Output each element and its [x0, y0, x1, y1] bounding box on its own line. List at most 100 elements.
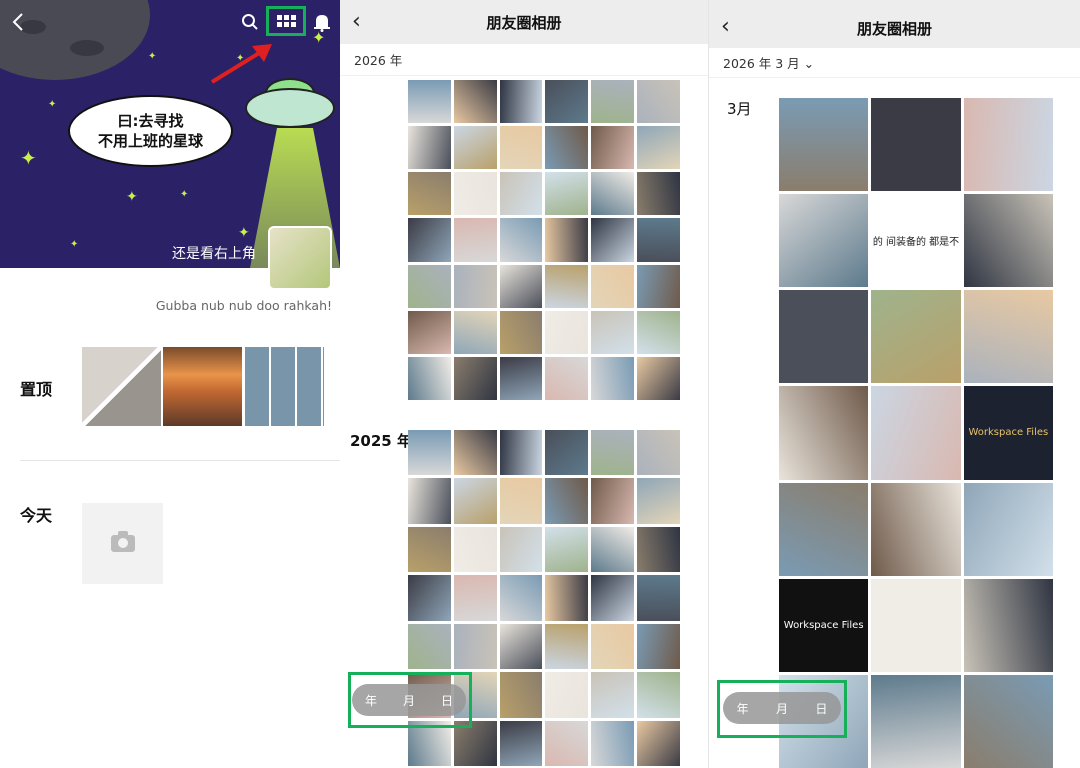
photo-thumbnail[interactable] [499, 672, 543, 718]
photo-thumbnail[interactable] [637, 478, 680, 524]
photo-thumbnail[interactable] [637, 526, 680, 573]
photo-thumbnail[interactable] [545, 623, 589, 670]
photo-thumbnail[interactable] [591, 430, 635, 476]
photo-thumbnail[interactable] [591, 672, 635, 718]
pinned-photo-collage[interactable] [245, 347, 324, 426]
photo-thumbnail[interactable] [545, 172, 589, 216]
photo-thumbnail[interactable] [408, 526, 451, 573]
month-header-selector[interactable]: 2026 年 3 月 ⌄ [709, 48, 1080, 78]
photo-thumbnail[interactable] [545, 310, 589, 354]
photo-thumbnail[interactable] [545, 672, 589, 718]
photo-thumbnail[interactable] [499, 575, 543, 621]
photo-thumbnail[interactable] [499, 218, 543, 262]
photo-thumbnail[interactable] [591, 526, 635, 573]
photo-thumbnail[interactable] [408, 575, 451, 621]
avatar[interactable] [268, 226, 332, 290]
photo-thumbnail[interactable] [453, 356, 497, 400]
photo-thumbnail[interactable] [408, 356, 451, 400]
back-icon[interactable]: ‹ [352, 9, 361, 34]
photo-thumbnail[interactable] [591, 264, 635, 308]
photo-thumbnail[interactable] [453, 526, 497, 573]
photo-thumbnail[interactable] [408, 310, 451, 354]
photo-thumbnail[interactable] [871, 674, 961, 768]
photo-thumbnail[interactable] [499, 720, 543, 766]
pinned-photo-sunset[interactable] [163, 347, 242, 426]
photo-thumbnail[interactable] [499, 478, 543, 524]
photo-thumbnail[interactable] [963, 98, 1053, 192]
photo-thumbnail[interactable]: 的 间装备的 都是不 [871, 194, 961, 288]
photo-thumbnail[interactable] [408, 430, 451, 476]
notification-button[interactable] [310, 8, 334, 36]
photo-thumbnail[interactable] [408, 126, 451, 170]
grid-album-button[interactable] [266, 6, 306, 36]
photo-thumbnail[interactable] [408, 623, 451, 670]
photo-thumbnail[interactable] [545, 126, 589, 170]
photo-thumbnail[interactable] [453, 623, 497, 670]
photo-thumbnail[interactable] [591, 172, 635, 216]
photo-thumbnail[interactable] [637, 672, 680, 718]
photo-thumbnail[interactable] [499, 264, 543, 308]
photo-thumbnail[interactable] [453, 478, 497, 524]
photo-thumbnail[interactable] [637, 356, 680, 400]
photo-thumbnail[interactable] [499, 310, 543, 354]
photo-thumbnail[interactable] [499, 126, 543, 170]
pinned-photo-cats[interactable] [82, 347, 161, 426]
photo-thumbnail[interactable] [637, 430, 680, 476]
photo-thumbnail[interactable] [637, 172, 680, 216]
photo-thumbnail[interactable] [545, 80, 589, 124]
photo-thumbnail[interactable] [499, 356, 543, 400]
photo-thumbnail[interactable] [963, 290, 1053, 384]
photo-thumbnail[interactable] [408, 218, 451, 262]
photo-thumbnail[interactable] [591, 126, 635, 170]
photo-thumbnail[interactable] [499, 80, 543, 124]
photo-thumbnail[interactable] [591, 623, 635, 670]
photo-thumbnail[interactable] [871, 578, 961, 672]
photo-thumbnail[interactable] [591, 720, 635, 766]
back-icon[interactable]: ‹ [721, 14, 730, 39]
photo-thumbnail[interactable] [545, 720, 589, 766]
photo-thumbnail[interactable] [408, 172, 451, 216]
photo-thumbnail[interactable] [453, 575, 497, 621]
photo-thumbnail[interactable] [637, 720, 680, 766]
photo-thumbnail[interactable] [408, 478, 451, 524]
photo-thumbnail[interactable]: Workspace Files [779, 578, 869, 672]
photo-thumbnail[interactable] [637, 126, 680, 170]
photo-thumbnail[interactable] [453, 218, 497, 262]
photo-thumbnail[interactable] [637, 310, 680, 354]
photo-thumbnail[interactable] [963, 482, 1053, 576]
photo-thumbnail[interactable] [545, 526, 589, 573]
photo-thumbnail[interactable] [408, 264, 451, 308]
photo-thumbnail[interactable] [499, 623, 543, 670]
photo-thumbnail[interactable] [779, 386, 869, 480]
photo-thumbnail[interactable] [545, 264, 589, 308]
back-button[interactable] [6, 8, 30, 36]
photo-thumbnail[interactable]: Workspace Files [963, 386, 1053, 480]
photo-thumbnail[interactable] [871, 482, 961, 576]
photo-thumbnail[interactable] [408, 80, 451, 124]
photo-thumbnail[interactable] [637, 218, 680, 262]
photo-thumbnail[interactable] [963, 578, 1053, 672]
photo-thumbnail[interactable] [545, 575, 589, 621]
photo-thumbnail[interactable] [453, 264, 497, 308]
photo-thumbnail[interactable] [637, 575, 680, 621]
photo-thumbnail[interactable] [453, 310, 497, 354]
photo-thumbnail[interactable] [591, 478, 635, 524]
photo-thumbnail[interactable] [779, 290, 869, 384]
photo-thumbnail[interactable] [779, 194, 869, 288]
photo-thumbnail[interactable] [963, 194, 1053, 288]
search-button[interactable] [238, 8, 262, 36]
photo-thumbnail[interactable] [545, 430, 589, 476]
photo-thumbnail[interactable] [637, 80, 680, 124]
photo-thumbnail[interactable] [963, 674, 1053, 768]
photo-thumbnail[interactable] [591, 356, 635, 400]
photo-thumbnail[interactable] [453, 80, 497, 124]
photo-thumbnail[interactable] [545, 478, 589, 524]
photo-thumbnail[interactable] [499, 526, 543, 573]
post-button[interactable] [82, 503, 163, 584]
photo-thumbnail[interactable] [591, 575, 635, 621]
photo-thumbnail[interactable] [871, 386, 961, 480]
photo-thumbnail[interactable] [499, 172, 543, 216]
photo-thumbnail[interactable] [545, 356, 589, 400]
photo-thumbnail[interactable] [779, 98, 869, 192]
photo-thumbnail[interactable] [871, 290, 961, 384]
